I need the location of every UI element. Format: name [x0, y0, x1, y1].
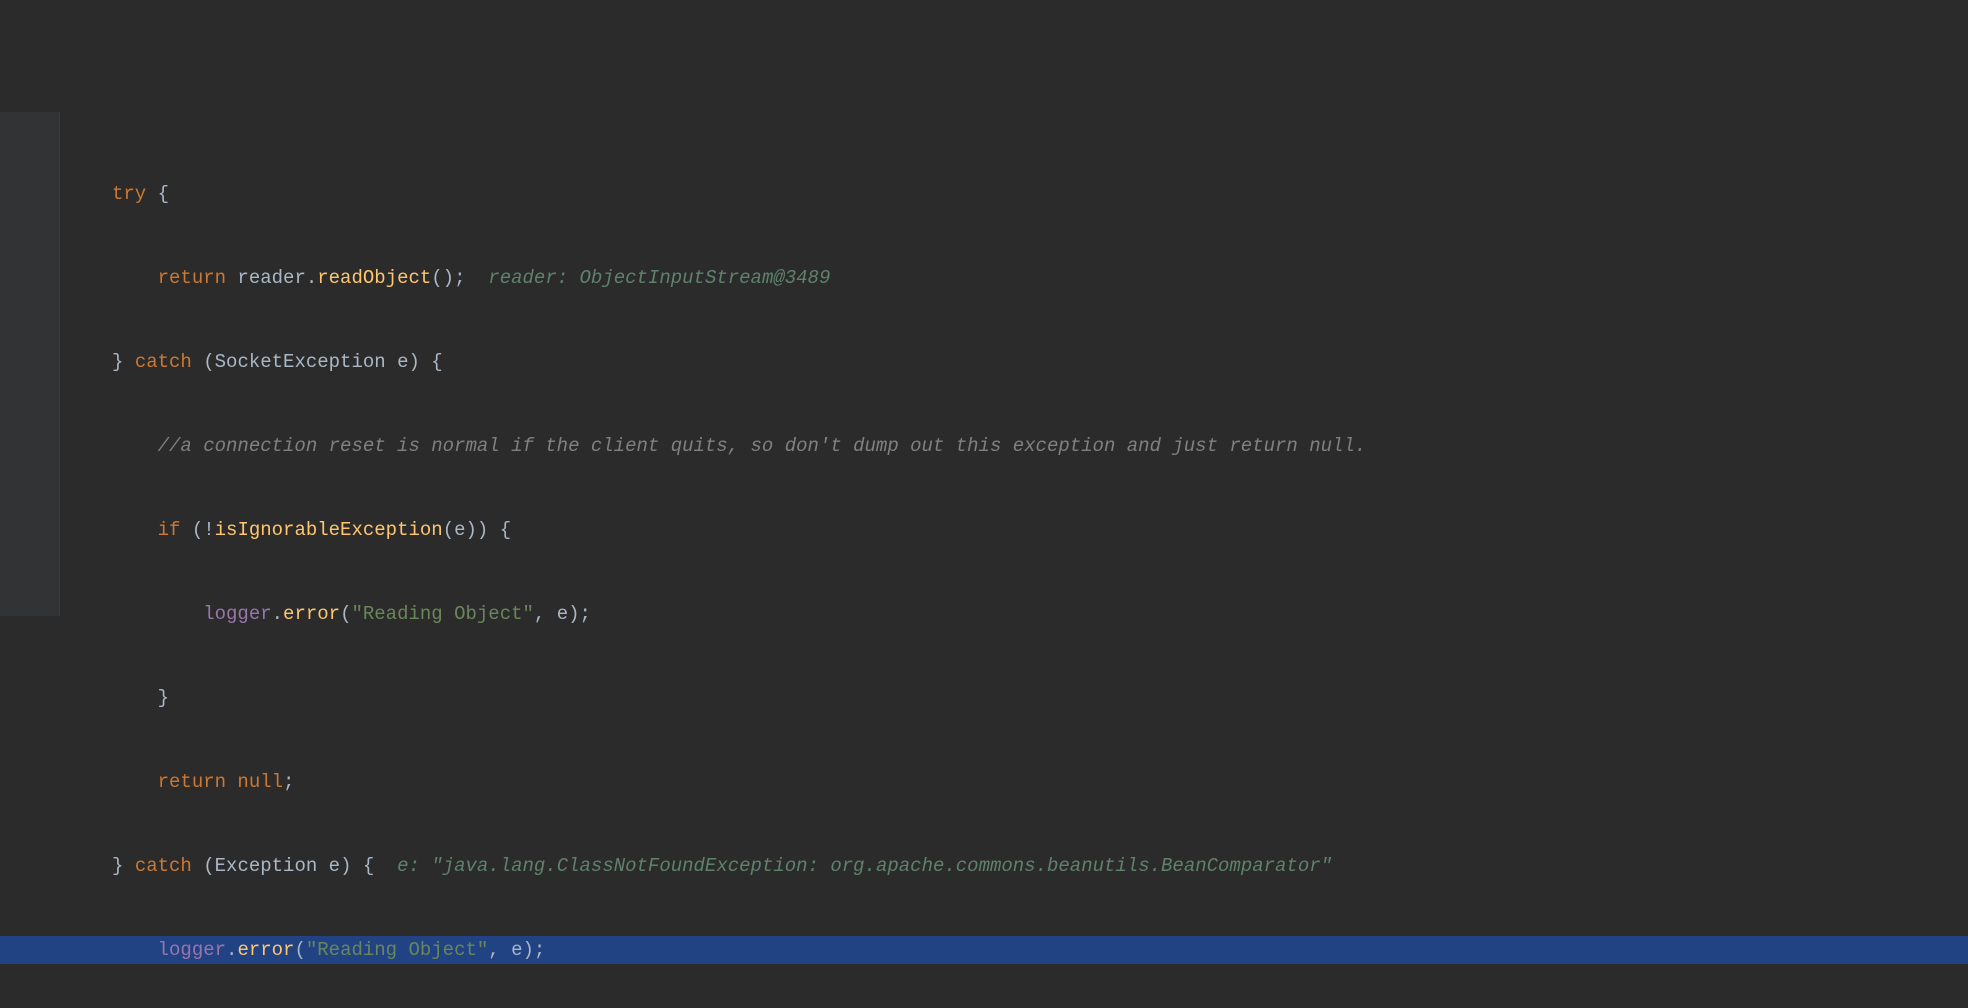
- method-error: error: [237, 939, 294, 961]
- code-content[interactable]: try { return reader.readObject(); reader…: [0, 124, 1968, 1008]
- string-literal: "Reading Object": [351, 603, 533, 625]
- keyword-if: if: [158, 519, 181, 541]
- code-line[interactable]: } catch (Exception e) { e: "java.lang.Cl…: [0, 852, 1968, 880]
- keyword-catch: catch: [135, 351, 192, 373]
- code-line[interactable]: logger.error("Reading Object", e);: [0, 600, 1968, 628]
- inline-hint: reader: ObjectInputStream@3489: [466, 267, 831, 289]
- punct: (!: [180, 519, 214, 541]
- brace: }: [112, 351, 135, 373]
- paren: (: [294, 939, 305, 961]
- exception-type: Exception: [215, 855, 318, 877]
- code-line[interactable]: if (!isIgnorableException(e)) {: [0, 516, 1968, 544]
- paren: (: [192, 855, 215, 877]
- keyword-null: null: [226, 771, 283, 793]
- code-editor[interactable]: try { return reader.readObject(); reader…: [0, 112, 1968, 208]
- keyword-return: return: [158, 267, 226, 289]
- comment: //a connection reset is normal if the cl…: [158, 435, 1367, 457]
- method-call: readObject: [317, 267, 431, 289]
- brace: }: [112, 855, 135, 877]
- semi: ;: [283, 771, 294, 793]
- code-line[interactable]: try {: [0, 180, 1968, 208]
- exception-type: SocketException: [215, 351, 386, 373]
- code-line-highlighted[interactable]: logger.error("Reading Object", e);: [0, 936, 1968, 964]
- field-logger: logger: [158, 939, 226, 961]
- method-error: error: [283, 603, 340, 625]
- method-call: isIgnorableException: [215, 519, 443, 541]
- code-line[interactable]: return reader.readObject(); reader: Obje…: [0, 264, 1968, 292]
- keyword-return: return: [158, 771, 226, 793]
- keyword-try: try: [112, 183, 146, 205]
- brace: {: [146, 183, 169, 205]
- field-logger: logger: [203, 603, 271, 625]
- keyword-catch: catch: [135, 855, 192, 877]
- punct: , e);: [488, 939, 545, 961]
- code-line[interactable]: } catch (SocketException e) {: [0, 348, 1968, 376]
- identifier: reader.: [226, 267, 317, 289]
- brace: }: [158, 687, 169, 709]
- inline-hint: e: "java.lang.ClassNotFoundException: or…: [374, 855, 1332, 877]
- var-brace: e) {: [386, 351, 443, 373]
- code-line[interactable]: }: [0, 684, 1968, 712]
- dot: .: [226, 939, 237, 961]
- string-literal: "Reading Object": [306, 939, 488, 961]
- code-line[interactable]: //a connection reset is normal if the cl…: [0, 432, 1968, 460]
- code-line[interactable]: return null;: [0, 768, 1968, 796]
- paren: (: [192, 351, 215, 373]
- dot: .: [272, 603, 283, 625]
- paren: (: [340, 603, 351, 625]
- punct: (e)) {: [443, 519, 511, 541]
- var-brace: e) {: [317, 855, 374, 877]
- punct: , e);: [534, 603, 591, 625]
- punct: ();: [431, 267, 465, 289]
